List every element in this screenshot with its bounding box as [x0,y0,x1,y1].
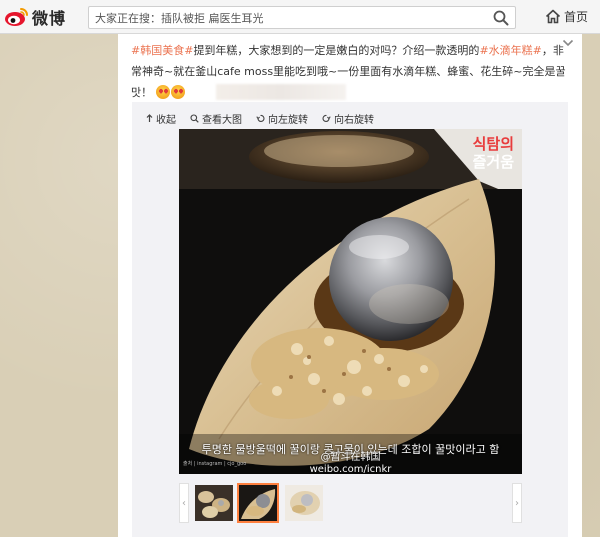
rotate-right-button[interactable]: 向右旋转 [322,111,374,126]
watermark-line-2: 즐거움 [472,153,514,171]
prev-arrow-button[interactable]: ‹ [179,483,189,523]
hashtag-korean-food[interactable]: #韩国美食# [131,44,193,57]
rotate-right-icon [322,114,331,122]
post-text: #韩国美食#提到年糕，大家想到的一定是嫩白的对吗？介绍一款透明的#水滴年糕#，非… [131,40,566,103]
search-input[interactable] [95,10,485,26]
thumbnail-image [195,485,233,521]
photo-small-credit: 출처 | instagram | cjo_goo [183,461,247,467]
collapse-label: 收起 [156,114,176,126]
weibo-post-card: #韩国美食#提到年糕，大家想到的一定是嫩白的对吗？介绍一款透明的#水滴年糕#，非… [118,34,582,537]
view-large-button[interactable]: 查看大图 [190,111,242,126]
food-photo-illustration [179,129,522,474]
thumbnail-3[interactable] [283,483,325,523]
rotate-right-label: 向右旋转 [334,114,374,126]
photo-watermark: 식탐의 즐거움 [448,135,514,171]
top-bar: 微博 首页 [0,0,600,34]
thumbnail-strip: ‹ › [179,483,522,525]
collapse-button[interactable]: 收起 [146,111,176,126]
hashtag-water-drop-cake[interactable]: #水滴年糕# [479,44,541,57]
thumbnail-1[interactable] [193,483,235,523]
thumbnail-image [285,485,323,521]
thumbnail-image [239,485,277,521]
logo-text: 微博 [32,9,67,28]
media-toolbar: 收起 查看大图 向左旋转 向右旋转 [146,110,374,126]
blurred-region [215,84,346,100]
rotate-left-button[interactable]: 向左旋转 [256,111,308,126]
thumbnail-2-active[interactable] [237,483,279,523]
chevron-right-icon: › [515,497,519,509]
heart-eyes-emoji-icon [155,85,170,99]
post-text-part-1: 提到年糕，大家想到的一定是嫩白的对吗？介绍一款透明的 [193,44,480,57]
weibo-eye-icon [5,8,28,26]
home-label: 首页 [564,10,589,24]
post-photo[interactable]: 식탐의 즐거움 투명한 물방울떡에 꿀이랑 콩고물이 있는데 조합이 꿀맛이라고… [179,129,522,474]
home-link[interactable]: 首页 [545,8,588,25]
rotate-left-label: 向左旋转 [268,114,308,126]
weibo-logo[interactable]: 微博 [4,5,66,29]
next-arrow-button[interactable]: › [512,483,522,523]
heart-eyes-emoji-icon [170,85,185,99]
arrow-up-icon [146,113,153,122]
rotate-left-icon [256,114,265,122]
chevron-left-icon: ‹ [182,497,186,509]
media-expanded-panel: 收起 查看大图 向左旋转 向右旋转 식탐의 즐거움 투명한 물방울떡에 꿀이랑 … [132,102,568,537]
view-large-label: 查看大图 [202,114,242,126]
search-box[interactable] [88,6,516,29]
home-icon [545,9,561,24]
watermark-line-1: 식탐의 [472,135,514,153]
search-icon[interactable] [493,10,509,26]
magnifier-icon [190,113,199,123]
